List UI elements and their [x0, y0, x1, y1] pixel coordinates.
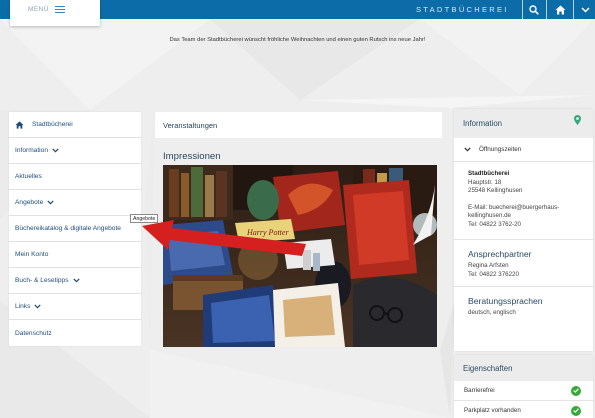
search-icon[interactable] — [527, 3, 541, 16]
sidebar-item-label: Angebote — [15, 199, 44, 206]
address-block: Stadtbücherei Hauptstr. 18 25548 Kelling… — [454, 162, 593, 229]
sidebar-item-label: Links — [15, 303, 31, 310]
opening-hours-label: Öffnungszeiten — [479, 146, 522, 153]
chevron-down-icon[interactable] — [578, 3, 592, 16]
information-panel: Information Öffnungszeiten Stadtbücherei… — [454, 109, 593, 351]
sidebar-item-links[interactable]: Links — [9, 294, 141, 320]
sidebar-item-stadtbuecherei[interactable]: Stadtbücherei — [9, 112, 141, 138]
sidebar-item-angebote[interactable]: Angebote — [9, 190, 141, 216]
sidebar-item-label: Datenschutz — [15, 329, 52, 337]
email-line-1[interactable]: E-Mail: buecherei@buergerhaus- — [468, 204, 593, 213]
sidebar-item-label: Stadtbücherei — [32, 121, 73, 128]
chevron-down-icon — [464, 147, 471, 152]
toolbar-separator — [522, 0, 523, 19]
opening-hours-toggle[interactable]: Öffnungszeiten — [454, 138, 593, 162]
chevron-down-icon — [72, 278, 80, 283]
properties-title: Eigenschaften — [454, 355, 593, 381]
tooltip: Angebote — [130, 214, 159, 223]
contact-phone: Tel: 04822 376220 — [468, 270, 519, 278]
sidebar-item-katalog[interactable]: Büchereikatalog & digitale Angebote — [9, 216, 141, 242]
impressions-heading: Impressionen — [163, 151, 221, 162]
property-label: Parkplatz vorhanden — [464, 407, 521, 414]
contact-block: Ansprechpartner Regina Arfsten Tel: 0482… — [454, 239, 593, 286]
chevron-down-icon — [52, 148, 59, 153]
toolbar-separator — [573, 0, 574, 19]
sidebar-item-label: Büchereikatalog & digitale Angebote — [15, 225, 121, 232]
menu-label: MENÜ — [28, 6, 49, 13]
sidebar-navigation: Stadtbücherei Information Aktuelles Ange… — [9, 112, 141, 346]
sidebar-item-label: Aktuelles — [15, 173, 42, 180]
email-line-2[interactable]: kellinghusen.de — [468, 212, 593, 221]
check-circle-icon — [571, 405, 581, 416]
contact-title: Ansprechpartner — [468, 249, 532, 259]
chevron-down-icon — [34, 304, 42, 309]
holiday-message: Das Team der Stadtbücherei wünscht fröhl… — [169, 37, 426, 43]
sidebar-item-datenschutz[interactable]: Datenschutz — [9, 320, 141, 346]
hamburger-icon — [54, 6, 65, 13]
toolbar-separator — [546, 0, 547, 19]
sidebar-item-label: Mein Konto — [15, 251, 49, 258]
property-row: Parkplatz vorhanden — [454, 401, 593, 418]
phone: Tel: 04822 3762-20 — [468, 220, 521, 228]
properties-panel: Eigenschaften Barrierefrei Parkplatz vor… — [454, 355, 593, 418]
property-row: Barrierefrei — [454, 381, 593, 401]
brand-title[interactable]: STADTBÜCHEREI — [416, 5, 516, 14]
sidebar-item-label: Buch- & Lesetipps — [15, 277, 69, 284]
home-icon[interactable] — [553, 3, 567, 16]
home-icon — [15, 120, 24, 129]
information-title: Information — [463, 119, 503, 128]
chevron-down-icon — [47, 200, 54, 205]
map-pin-icon[interactable] — [574, 115, 581, 127]
city: 25548 Kellinghusen — [468, 187, 523, 194]
sidebar-item-lesetipps[interactable]: Buch- & Lesetipps — [9, 268, 141, 294]
annotation-arrow — [142, 220, 306, 256]
property-label: Barrierefrei — [464, 387, 495, 394]
languages-value: deutsch, englisch — [468, 309, 516, 316]
languages-title: Beratungssprachen — [468, 296, 543, 306]
sidebar-item-information[interactable]: Information — [9, 138, 141, 164]
contact-name: Regina Arfsten — [468, 262, 509, 269]
languages-block: Beratungssprachen deutsch, englisch — [454, 286, 593, 318]
menu-button[interactable]: MENÜ — [10, 0, 100, 26]
sidebar-item-label: Information — [15, 147, 48, 154]
events-heading[interactable]: Veranstaltungen — [155, 112, 442, 138]
library-name: Stadtbücherei — [468, 170, 510, 177]
information-header: Information — [454, 109, 593, 138]
street: Hauptstr. 18 — [468, 178, 502, 186]
sidebar-item-mein-konto[interactable]: Mein Konto — [9, 242, 141, 268]
check-circle-icon — [571, 385, 581, 396]
sidebar-item-aktuelles[interactable]: Aktuelles — [9, 164, 141, 190]
